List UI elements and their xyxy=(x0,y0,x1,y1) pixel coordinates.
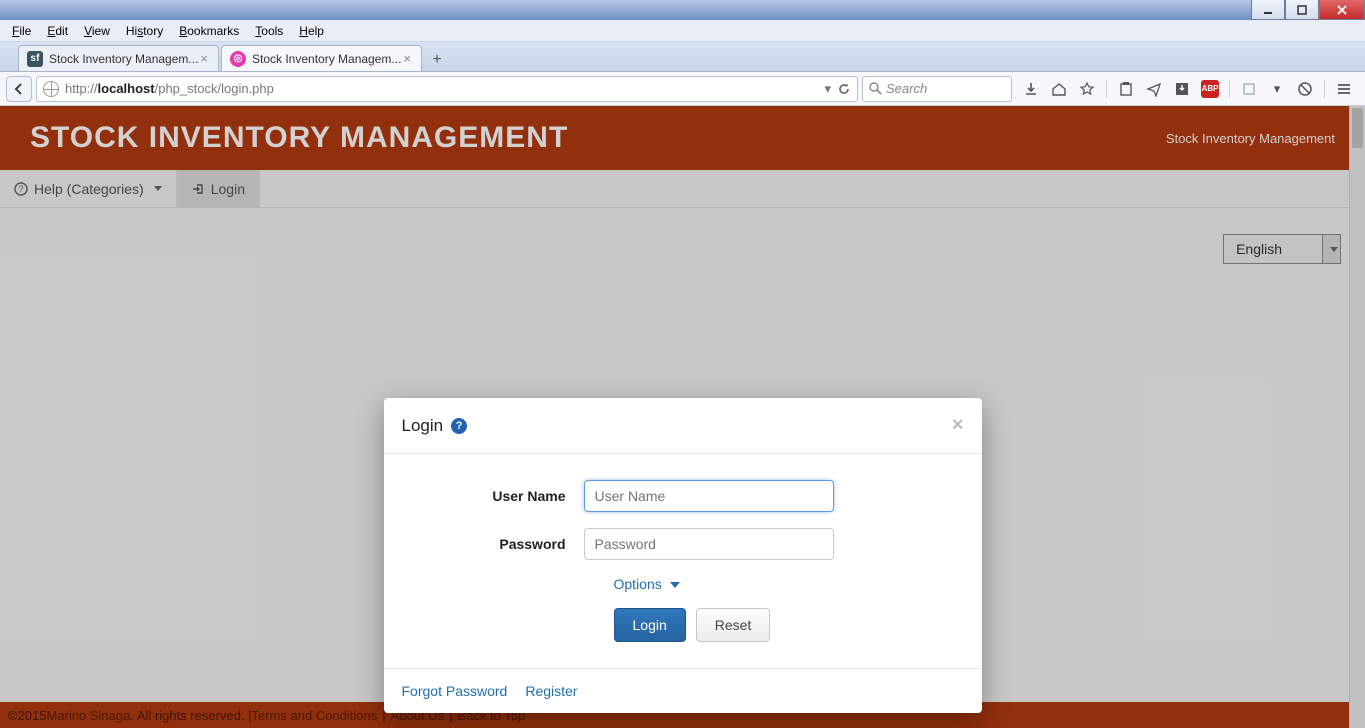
modal-footer: Forgot Password Register xyxy=(384,668,982,713)
reset-button-label: Reset xyxy=(715,617,752,633)
chevron-down-icon xyxy=(670,582,680,588)
toolbar-icons: ABP ▾ xyxy=(1016,80,1359,98)
password-row: Password xyxy=(414,528,952,560)
login-button-label: Login xyxy=(633,617,667,633)
menu-history[interactable]: History xyxy=(118,22,171,40)
separator xyxy=(1324,80,1325,98)
url-field[interactable]: http://localhost/php_stock/login.php ▾ xyxy=(36,76,858,102)
button-row: Login Reset xyxy=(414,608,952,642)
home-icon[interactable] xyxy=(1050,80,1068,98)
url-prefix: http:// xyxy=(65,81,98,96)
browser-menubar: File Edit View History Bookmarks Tools H… xyxy=(0,20,1365,42)
close-icon[interactable]: × xyxy=(952,414,964,437)
search-icon xyxy=(869,82,882,95)
separator xyxy=(1229,80,1230,98)
dropdown-icon[interactable]: ▾ xyxy=(824,81,831,97)
register-link[interactable]: Register xyxy=(525,683,577,699)
menu-edit[interactable]: Edit xyxy=(39,22,76,40)
url-host: localhost xyxy=(98,81,155,96)
bookmark-star-icon[interactable] xyxy=(1078,80,1096,98)
chevron-down-icon[interactable]: ▾ xyxy=(1268,80,1286,98)
options-row: Options xyxy=(414,576,952,592)
username-label: User Name xyxy=(414,488,584,504)
noscript-icon[interactable] xyxy=(1296,80,1314,98)
downloads-icon[interactable] xyxy=(1022,80,1040,98)
menu-help[interactable]: Help xyxy=(291,22,332,40)
search-placeholder: Search xyxy=(886,81,927,96)
username-input[interactable] xyxy=(584,480,834,512)
send-icon[interactable] xyxy=(1145,80,1163,98)
forgot-password-link[interactable]: Forgot Password xyxy=(402,683,508,699)
username-row: User Name xyxy=(414,480,952,512)
search-field[interactable]: Search xyxy=(862,76,1012,102)
menu-file[interactable]: File xyxy=(4,22,39,40)
clipboard-icon[interactable] xyxy=(1117,80,1135,98)
tab-close-icon[interactable]: × xyxy=(401,51,413,66)
puzzle-icon[interactable] xyxy=(1240,80,1258,98)
minimize-button[interactable] xyxy=(1251,0,1285,20)
login-modal: Login ? × User Name Password Options xyxy=(384,398,982,713)
hamburger-icon[interactable] xyxy=(1335,80,1353,98)
menu-tools[interactable]: Tools xyxy=(247,22,291,40)
menu-bookmarks[interactable]: Bookmarks xyxy=(171,22,247,40)
download-box-icon[interactable] xyxy=(1173,80,1191,98)
maximize-button[interactable] xyxy=(1285,0,1319,20)
favicon-icon: sf xyxy=(27,51,43,67)
back-button[interactable] xyxy=(6,76,32,102)
modal-header: Login ? × xyxy=(384,398,982,454)
url-actions: ▾ xyxy=(824,81,851,97)
modal-title: Login xyxy=(402,416,444,436)
tab-label: Stock Inventory Managem... xyxy=(49,52,198,66)
tab-close-icon[interactable]: × xyxy=(198,51,210,66)
new-tab-button[interactable]: + xyxy=(424,49,450,71)
browser-navbar: http://localhost/php_stock/login.php ▾ S… xyxy=(0,72,1365,106)
tab-label: Stock Inventory Managem... xyxy=(252,52,401,66)
close-window-button[interactable] xyxy=(1319,0,1365,20)
window-controls xyxy=(1251,0,1365,20)
abp-icon[interactable]: ABP xyxy=(1201,80,1219,98)
reset-button[interactable]: Reset xyxy=(696,608,771,642)
browser-tab-1[interactable]: ◎ Stock Inventory Managem... × xyxy=(221,45,422,71)
url-text: http://localhost/php_stock/login.php xyxy=(65,81,274,96)
browser-tab-0[interactable]: sf Stock Inventory Managem... × xyxy=(18,45,219,71)
page-viewport: STOCK INVENTORY MANAGEMENT Stock Invento… xyxy=(0,106,1365,728)
window-titlebar xyxy=(0,0,1365,20)
help-icon[interactable]: ? xyxy=(451,418,467,434)
password-label: Password xyxy=(414,536,584,552)
browser-tabstrip: sf Stock Inventory Managem... × ◎ Stock … xyxy=(0,42,1365,72)
login-button[interactable]: Login xyxy=(614,608,686,642)
options-label: Options xyxy=(614,576,662,592)
reload-icon[interactable] xyxy=(837,82,851,96)
menu-view[interactable]: View xyxy=(76,22,118,40)
globe-icon xyxy=(43,81,59,97)
favicon-icon: ◎ xyxy=(230,51,246,67)
password-input[interactable] xyxy=(584,528,834,560)
url-path: /php_stock/login.php xyxy=(155,81,274,96)
separator xyxy=(1106,80,1107,98)
modal-body: User Name Password Options Login Reset xyxy=(384,454,982,668)
options-toggle[interactable]: Options xyxy=(614,576,680,592)
